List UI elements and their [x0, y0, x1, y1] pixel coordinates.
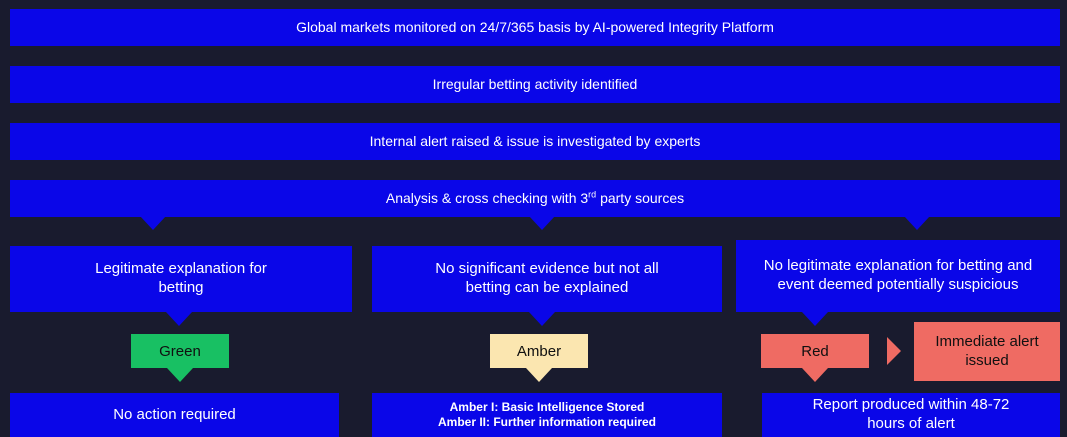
step-analysis: Analysis & cross checking with 3rd party… [10, 180, 1060, 217]
outcome-green-description: Legitimate explanation for betting [10, 246, 352, 312]
step-internal-alert-text: Internal alert raised & issue is investi… [369, 132, 701, 149]
action-amber-line1: Amber I: Basic Intelligence Stored [449, 400, 645, 414]
step-monitoring-text: Global markets monitored on 24/7/365 bas… [296, 18, 774, 35]
rating-green-tag: Green [131, 334, 229, 368]
arrow-down-green-tag [166, 312, 192, 326]
arrow-down-amber [529, 216, 555, 230]
step-internal-alert: Internal alert raised & issue is investi… [10, 123, 1060, 160]
arrow-down-red [904, 216, 930, 230]
immediate-alert-box: Immediate alert issued [914, 322, 1060, 381]
action-amber-line2: Amber II: Further information required [437, 415, 656, 429]
arrow-down-amber-tag [529, 312, 555, 326]
arrow-down-red-tag-pointer [802, 368, 828, 382]
arrow-down-amber-tag-pointer [526, 368, 552, 382]
arrow-down-red-tag [802, 312, 828, 326]
arrow-down-green-tag-pointer [167, 368, 193, 382]
action-green: No action required [10, 393, 339, 437]
outcome-red-description: No legitimate explanation for betting an… [736, 240, 1060, 312]
outcome-amber-description: No significant evidence but not all bett… [372, 246, 722, 312]
rating-red-tag: Red [761, 334, 869, 368]
step-monitoring: Global markets monitored on 24/7/365 bas… [10, 9, 1060, 46]
step-analysis-text: Analysis & cross checking with 3rd party… [385, 189, 685, 206]
step-irregular-activity: Irregular betting activity identified [10, 66, 1060, 103]
action-amber: Amber I: Basic Intelligence Stored Amber… [372, 393, 722, 437]
rating-amber-tag: Amber [490, 334, 588, 368]
arrow-right-icon [887, 337, 901, 365]
arrow-down-green [140, 216, 166, 230]
action-red: Report produced within 48-72 hours of al… [762, 393, 1060, 437]
step-irregular-activity-text: Irregular betting activity identified [432, 75, 638, 92]
